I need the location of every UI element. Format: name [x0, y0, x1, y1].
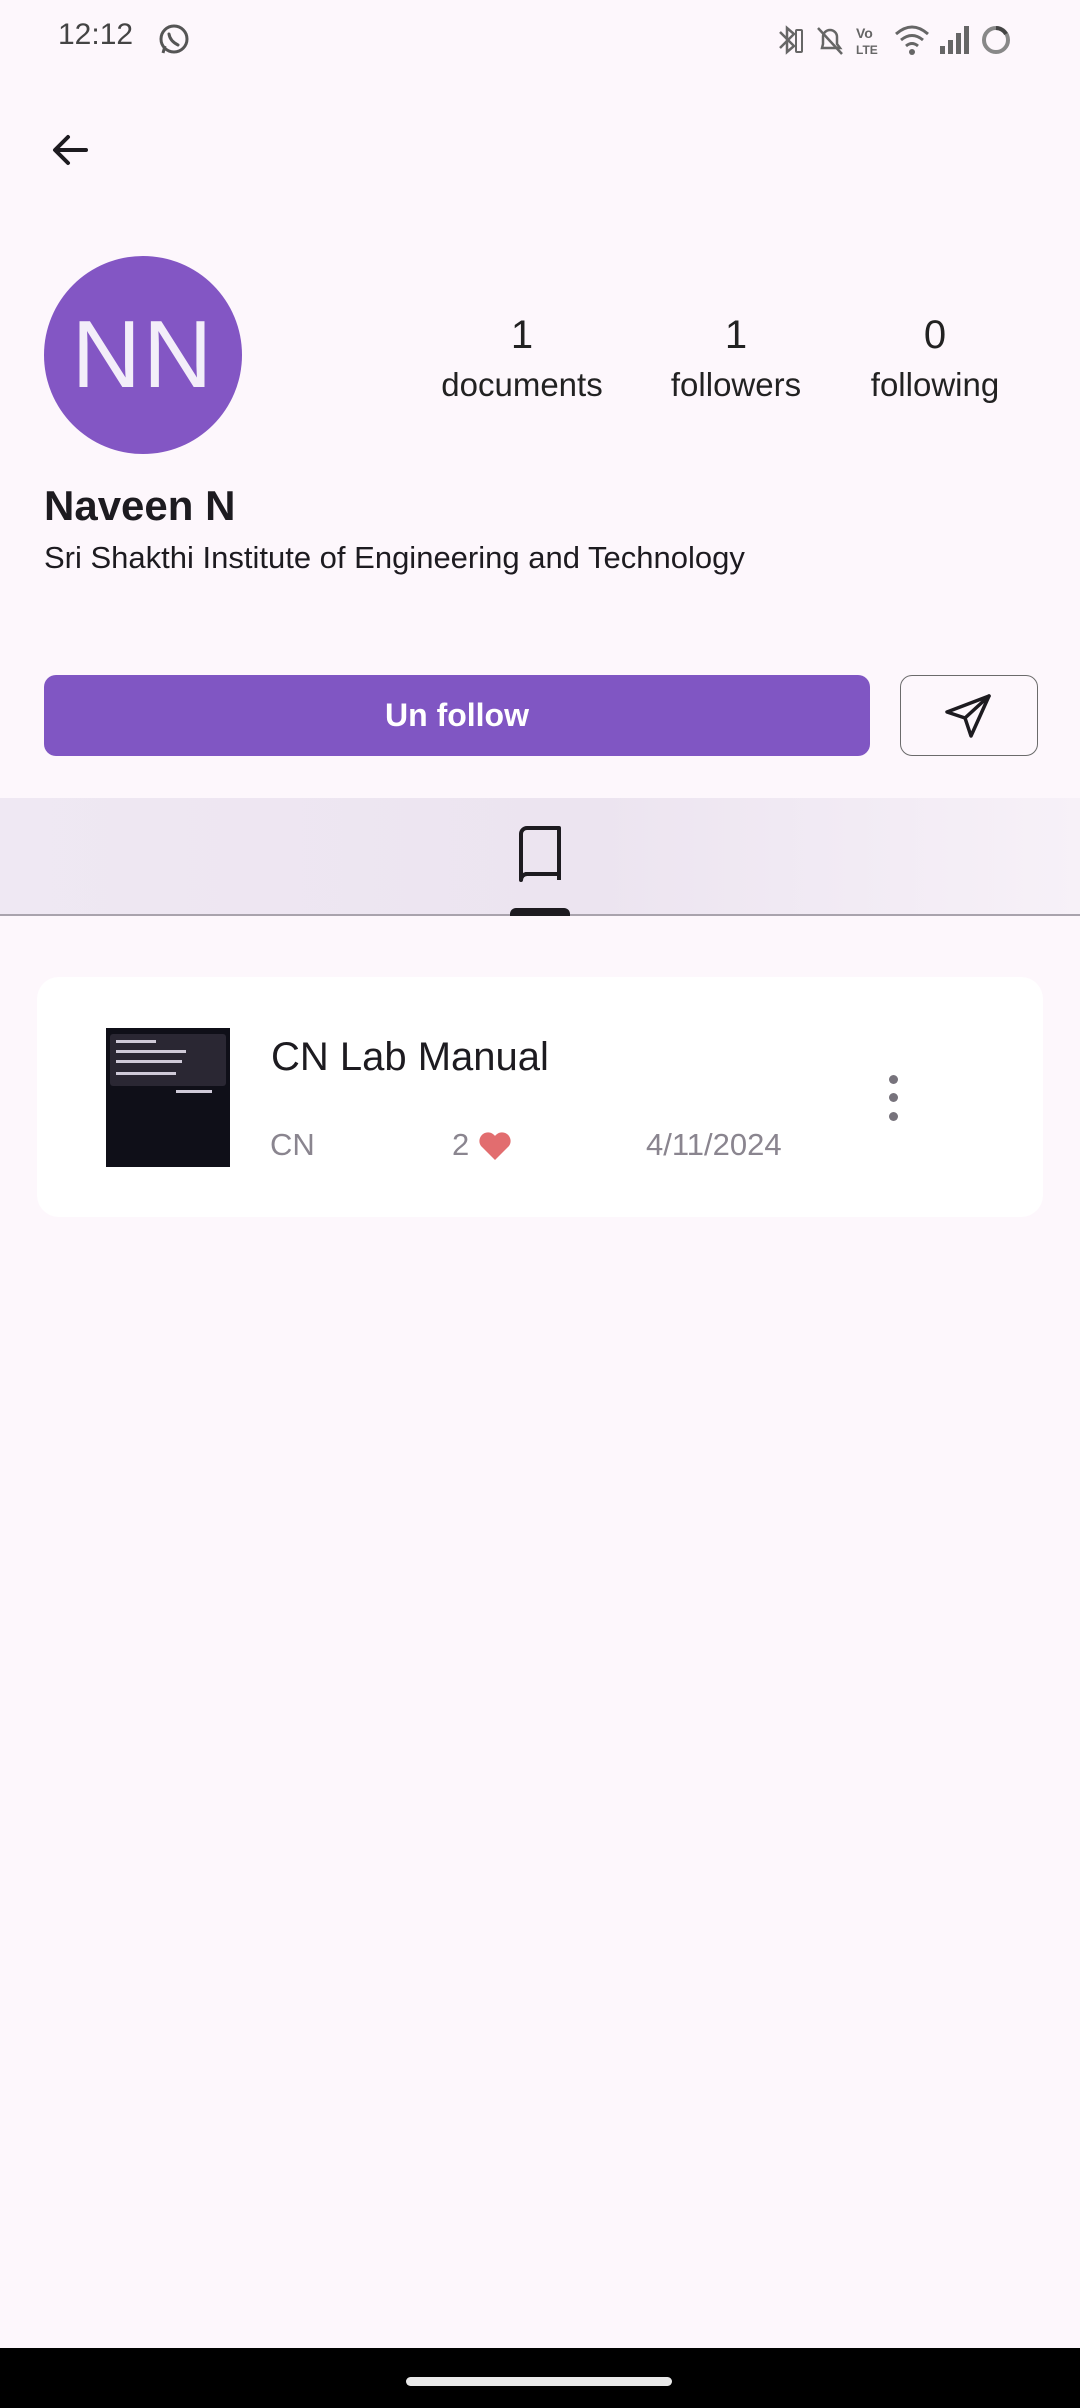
following-count: 0 — [923, 313, 947, 357]
home-gesture-pill[interactable] — [406, 2377, 672, 2386]
whatsapp-icon — [159, 24, 189, 54]
send-message-button[interactable] — [900, 675, 1038, 756]
status-bar: 12:12 Vo LTE — [0, 0, 1080, 80]
signal-icon — [940, 26, 969, 54]
documents-count: 1 — [510, 313, 534, 357]
document-thumbnail — [106, 1028, 230, 1167]
stat-documents[interactable]: 1 documents — [432, 305, 612, 405]
document-likes: 2 — [452, 1127, 470, 1162]
profile-institution: Sri Shakthi Institute of Engineering and… — [44, 540, 745, 575]
following-label: following — [870, 366, 1000, 403]
volte-icon: Vo LTE — [856, 25, 878, 57]
document-date: 4/11/2024 — [646, 1127, 782, 1162]
wifi-icon — [895, 25, 929, 55]
bluetooth-icon — [779, 25, 803, 55]
battery-icon — [982, 26, 1010, 54]
unfollow-button[interactable]: Un follow — [44, 675, 870, 756]
tab-documents[interactable] — [510, 822, 570, 886]
stat-followers[interactable]: 1 followers — [656, 305, 816, 405]
back-button[interactable] — [30, 110, 110, 190]
document-category: CN — [270, 1127, 315, 1162]
avatar: NN — [44, 256, 242, 454]
svg-text:LTE: LTE — [856, 43, 878, 57]
heart-icon[interactable] — [478, 1131, 512, 1161]
stat-following[interactable]: 0 following — [858, 305, 1012, 405]
status-time: 12:12 — [58, 18, 134, 51]
more-options-icon[interactable] — [878, 1070, 908, 1126]
followers-count: 1 — [724, 313, 748, 357]
profile-name: Naveen N — [44, 482, 236, 529]
followers-label: followers — [670, 366, 802, 403]
document-title[interactable]: CN Lab Manual — [271, 1035, 549, 1080]
book-icon — [519, 826, 561, 882]
arrow-left-icon — [53, 135, 88, 165]
send-icon — [945, 693, 991, 738]
documents-label: documents — [441, 366, 603, 403]
svg-text:Vo: Vo — [856, 25, 873, 41]
mute-icon — [817, 27, 843, 55]
tab-indicator — [510, 908, 570, 916]
status-icons: Vo LTE — [760, 18, 1060, 62]
